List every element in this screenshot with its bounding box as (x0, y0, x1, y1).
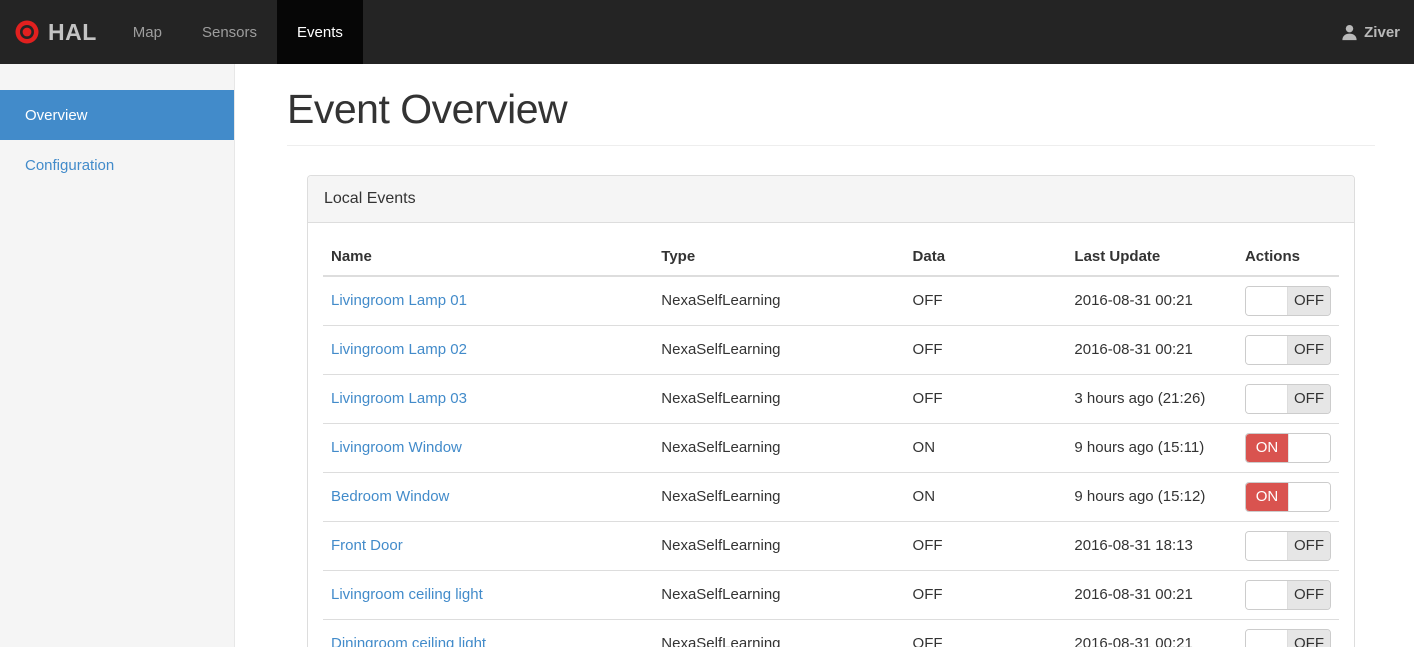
panel-body: Name Type Data Last Update Actions Livingroo… (308, 223, 1354, 647)
event-last-update: 2016-08-31 00:21 (1066, 570, 1237, 620)
events-table: Name Type Data Last Update Actions Livingroo… (323, 237, 1339, 647)
toggle-switch[interactable]: OFF (1245, 285, 1331, 316)
toggle-label: OFF (1288, 286, 1330, 315)
toggle-handle (1246, 580, 1288, 609)
event-type: NexaSelfLearning (653, 275, 905, 326)
toggle-label: OFF (1288, 580, 1330, 609)
event-data: OFF (904, 521, 1067, 571)
top-navbar: HAL Map Sensors Events Ziver (0, 0, 1414, 64)
sidebar-item-overview[interactable]: Overview (0, 90, 234, 140)
event-name-link[interactable]: Livingroom ceiling light (331, 586, 483, 603)
event-last-update: 9 hours ago (15:12) (1066, 472, 1237, 522)
event-last-update: 2016-08-31 18:13 (1066, 521, 1237, 571)
event-name-link[interactable]: Livingroom Lamp 03 (331, 390, 467, 407)
event-type: NexaSelfLearning (653, 423, 905, 473)
table-row: Livingroom Lamp 03 NexaSelfLearning OFF … (323, 374, 1339, 424)
sidebar: Overview Configuration (0, 64, 235, 647)
event-last-update: 9 hours ago (15:11) (1066, 423, 1237, 473)
event-data: OFF (904, 570, 1067, 620)
toggle-switch[interactable]: OFF (1245, 530, 1331, 561)
table-header-row: Name Type Data Last Update Actions (323, 237, 1339, 277)
table-row: Livingroom Lamp 01 NexaSelfLearning OFF … (323, 275, 1339, 326)
brand-label: HAL (48, 18, 97, 45)
target-logo-icon (15, 20, 39, 44)
event-last-update: 3 hours ago (21:26) (1066, 374, 1237, 424)
column-header-type: Type (653, 237, 905, 277)
toggle-handle (1246, 384, 1288, 413)
toggle-handle (1288, 482, 1330, 511)
event-name-link[interactable]: Bedroom Window (331, 488, 449, 505)
table-row: Livingroom ceiling light NexaSelfLearnin… (323, 570, 1339, 620)
event-name-link[interactable]: Livingroom Lamp 01 (331, 292, 467, 309)
event-type: NexaSelfLearning (653, 374, 905, 424)
toggle-label: OFF (1288, 531, 1330, 560)
navbar-item-events[interactable]: Events (277, 0, 363, 64)
table-row: Diningroom ceiling light NexaSelfLearnin… (323, 619, 1339, 647)
toggle-handle (1288, 433, 1330, 462)
toggle-switch[interactable]: ON (1245, 432, 1331, 463)
navbar-menu: Map Sensors Events (113, 0, 363, 64)
column-header-name: Name (323, 237, 654, 277)
event-name-link[interactable]: Livingroom Lamp 02 (331, 341, 467, 358)
table-row: Front Door NexaSelfLearning OFF 2016-08-… (323, 521, 1339, 571)
event-data: OFF (904, 325, 1067, 375)
page-title: Event Overview (287, 86, 1375, 146)
toggle-label: ON (1246, 482, 1288, 511)
username-label: Ziver (1364, 23, 1400, 41)
event-type: NexaSelfLearning (653, 570, 905, 620)
toggle-handle (1246, 531, 1288, 560)
column-header-actions: Actions (1236, 237, 1339, 277)
event-data: OFF (904, 275, 1067, 326)
event-name-link[interactable]: Livingroom Window (331, 439, 462, 456)
event-last-update: 2016-08-31 00:21 (1066, 275, 1237, 326)
user-icon (1342, 24, 1357, 40)
table-row: Bedroom Window NexaSelfLearning ON 9 hou… (323, 472, 1339, 522)
toggle-switch[interactable]: OFF (1245, 579, 1331, 610)
brand[interactable]: HAL (0, 0, 113, 64)
navbar-item-map[interactable]: Map (113, 0, 182, 64)
toggle-switch[interactable]: OFF (1245, 383, 1331, 414)
event-type: NexaSelfLearning (653, 325, 905, 375)
event-data: ON (904, 423, 1067, 473)
main-content: Event Overview Local Events Name Type Data… (235, 64, 1414, 647)
event-last-update: 2016-08-31 00:21 (1066, 619, 1237, 647)
toggle-handle (1246, 335, 1288, 364)
toggle-label: OFF (1288, 629, 1330, 647)
event-name-link[interactable]: Front Door (331, 537, 403, 554)
event-data: OFF (904, 374, 1067, 424)
toggle-label: OFF (1288, 335, 1330, 364)
panel-title: Local Events (324, 189, 416, 207)
table-row: Livingroom Window NexaSelfLearning ON 9 … (323, 423, 1339, 473)
table-row: Livingroom Lamp 02 NexaSelfLearning OFF … (323, 325, 1339, 375)
local-events-panel: Local Events Name Type Data Last Update Acti… (307, 174, 1355, 647)
column-header-last-update: Last Update (1066, 237, 1237, 277)
column-header-data: Data (904, 237, 1067, 277)
navbar-item-sensors[interactable]: Sensors (182, 0, 277, 64)
panel-heading: Local Events (308, 175, 1354, 223)
event-type: NexaSelfLearning (653, 521, 905, 571)
event-data: ON (904, 472, 1067, 522)
toggle-handle (1246, 629, 1288, 647)
event-data: OFF (904, 619, 1067, 647)
event-type: NexaSelfLearning (653, 619, 905, 647)
toggle-handle (1246, 286, 1288, 315)
event-type: NexaSelfLearning (653, 472, 905, 522)
toggle-switch[interactable]: OFF (1245, 628, 1331, 647)
toggle-switch[interactable]: OFF (1245, 334, 1331, 365)
event-last-update: 2016-08-31 00:21 (1066, 325, 1237, 375)
toggle-switch[interactable]: ON (1245, 481, 1331, 512)
toggle-label: ON (1246, 433, 1288, 462)
toggle-label: OFF (1288, 384, 1330, 413)
event-name-link[interactable]: Diningroom ceiling light (331, 635, 486, 647)
sidebar-item-configuration[interactable]: Configuration (0, 140, 234, 190)
user-menu[interactable]: Ziver (1327, 0, 1414, 64)
